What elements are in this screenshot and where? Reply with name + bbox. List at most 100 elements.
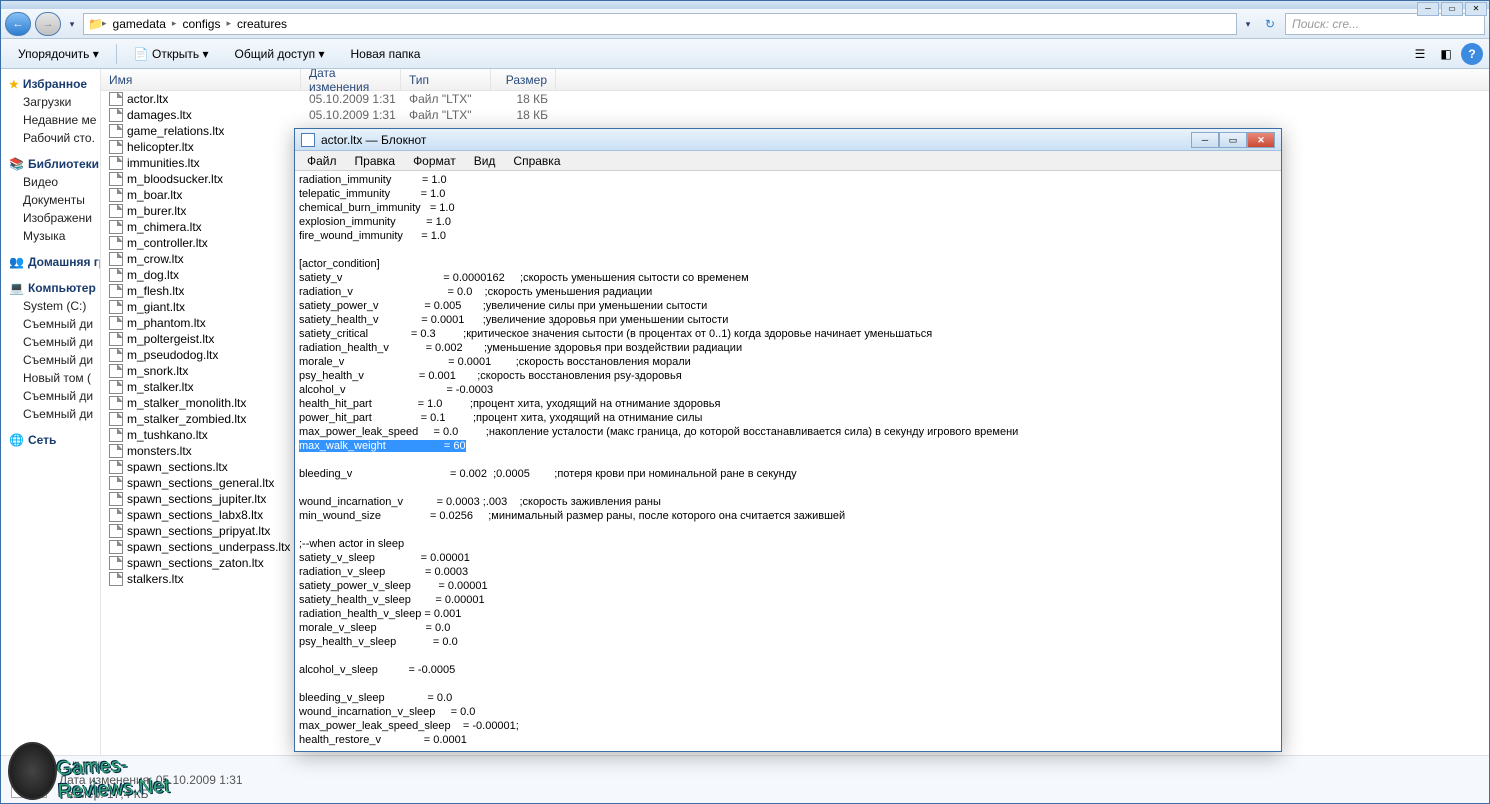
file-row[interactable]: actor.ltx05.10.2009 1:31Файл "LTX"18 КБ [101, 91, 1489, 107]
notepad-text-area[interactable]: radiation_immunity = 1.0 telepatic_immun… [295, 171, 1281, 751]
sidebar-item-drive[interactable]: Съемный ди [5, 333, 96, 351]
refresh-button[interactable]: ↻ [1259, 13, 1281, 35]
status-line-1: ... "LTX" [59, 759, 243, 773]
breadcrumb[interactable]: 📁 ▸ gamedata ▸ configs ▸ creatures [83, 13, 1237, 35]
sidebar-item-drive[interactable]: System (C:) [5, 297, 96, 315]
file-icon [109, 284, 123, 298]
file-name: m_giant.ltx [127, 300, 185, 314]
col-size[interactable]: Размер [491, 69, 556, 90]
sidebar-item-desktop[interactable]: Рабочий сто. [5, 129, 96, 147]
file-name: m_stalker_zombied.ltx [127, 412, 246, 426]
preview-pane-icon[interactable]: ◧ [1435, 43, 1457, 65]
explorer-maximize[interactable]: ▭ [1441, 2, 1463, 16]
help-button[interactable]: ? [1461, 43, 1483, 65]
file-icon [109, 172, 123, 186]
file-icon [109, 220, 123, 234]
file-icon [109, 428, 123, 442]
file-name: m_phantom.ltx [127, 316, 206, 330]
file-name: game_relations.ltx [127, 124, 224, 138]
file-icon [109, 556, 123, 570]
notepad-minimize[interactable]: ─ [1191, 132, 1219, 148]
status-bar: ... "LTX" Дата изменения: 05.10.2009 1:3… [1, 755, 1489, 803]
menu-help[interactable]: Справка [505, 153, 568, 169]
file-name: m_pseudodog.ltx [127, 348, 218, 362]
text-content-post: bleeding_v = 0.002 ;0.0005 ;потеря крови… [299, 468, 1064, 751]
sidebar-item-documents[interactable]: Документы [5, 191, 96, 209]
file-type: Файл "LTX" [401, 92, 491, 106]
file-icon [109, 316, 123, 330]
file-name: spawn_sections_underpass.ltx [127, 540, 290, 554]
organize-button[interactable]: Упорядочить ▾ [7, 43, 110, 65]
file-icon [109, 348, 123, 362]
menu-format[interactable]: Формат [405, 153, 464, 169]
open-button[interactable]: 📄 Открыть ▾ [123, 43, 220, 65]
sidebar-item-music[interactable]: Музыка [5, 227, 96, 245]
menu-view[interactable]: Вид [466, 153, 504, 169]
view-options-icon[interactable]: ☰ [1409, 43, 1431, 65]
notepad-titlebar[interactable]: actor.ltx — Блокнот ─ ▭ ✕ [295, 129, 1281, 151]
text-selection: max_walk_weight = 60 [299, 440, 466, 452]
file-name: helicopter.ltx [127, 140, 194, 154]
file-name: m_stalker.ltx [127, 380, 194, 394]
col-type[interactable]: Тип [401, 69, 491, 90]
notepad-icon [301, 133, 315, 147]
file-name: stalkers.ltx [127, 572, 184, 586]
breadcrumb-item[interactable]: gamedata [109, 17, 170, 31]
breadcrumb-item[interactable]: creatures [233, 17, 291, 31]
sidebar-item-drive[interactable]: Съемный ди [5, 405, 96, 423]
file-icon [109, 444, 123, 458]
file-name: m_boar.ltx [127, 188, 182, 202]
file-name: m_stalker_monolith.ltx [127, 396, 246, 410]
network-header[interactable]: 🌐 Сеть [5, 431, 96, 449]
star-icon: ★ [9, 78, 19, 91]
file-icon [109, 300, 123, 314]
nav-back-button[interactable]: ← [5, 12, 31, 36]
file-icon [109, 252, 123, 266]
breadcrumb-item[interactable]: configs [178, 17, 224, 31]
file-size: 18 КБ [491, 108, 556, 122]
file-icon [109, 572, 123, 586]
notepad-close[interactable]: ✕ [1247, 132, 1275, 148]
sidebar-item-pictures[interactable]: Изображени [5, 209, 96, 227]
sidebar-item-drive[interactable]: Съемный ди [5, 387, 96, 405]
file-icon [109, 524, 123, 538]
file-type: Файл "LTX" [401, 108, 491, 122]
explorer-minimize[interactable]: ─ [1417, 2, 1439, 16]
sidebar-item-recent[interactable]: Недавние ме [5, 111, 96, 129]
file-name: m_poltergeist.ltx [127, 332, 214, 346]
sidebar-item-drive[interactable]: Съемный ди [5, 315, 96, 333]
menu-edit[interactable]: Правка [347, 153, 404, 169]
new-folder-button[interactable]: Новая папка [340, 43, 432, 65]
file-row[interactable]: damages.ltx05.10.2009 1:31Файл "LTX"18 К… [101, 107, 1489, 123]
explorer-titlebar[interactable]: ─ ▭ ✕ [1, 1, 1489, 9]
homegroup-header[interactable]: 👥 Домашняя гру [5, 253, 96, 271]
address-bar: ← → ▾ 📁 ▸ gamedata ▸ configs ▸ creatures… [1, 9, 1489, 39]
file-icon [109, 332, 123, 346]
notepad-maximize[interactable]: ▭ [1219, 132, 1247, 148]
share-button[interactable]: Общий доступ ▾ [224, 43, 336, 65]
computer-header[interactable]: 💻 Компьютер [5, 279, 96, 297]
file-icon [109, 540, 123, 554]
col-date[interactable]: Дата изменения [301, 69, 401, 90]
file-date: 05.10.2009 1:31 [301, 92, 401, 106]
file-icon [109, 476, 123, 490]
file-icon [109, 492, 123, 506]
col-name[interactable]: Имя [101, 69, 301, 90]
file-name: immunities.ltx [127, 156, 200, 170]
libraries-header[interactable]: 📚 Библиотеки [5, 155, 96, 173]
sidebar-item-drive[interactable]: Съемный ди [5, 351, 96, 369]
status-line-2: Дата изменения: 05.10.2009 1:31 [59, 773, 243, 787]
menu-file[interactable]: Файл [299, 153, 345, 169]
explorer-close[interactable]: ✕ [1465, 2, 1487, 16]
nav-history-button[interactable]: ▾ [65, 13, 79, 35]
file-name: spawn_sections_labx8.ltx [127, 508, 263, 522]
nav-forward-button[interactable]: → [35, 12, 61, 36]
sidebar-item-videos[interactable]: Видео [5, 173, 96, 191]
breadcrumb-dropdown[interactable]: ▾ [1241, 13, 1255, 35]
file-icon [109, 156, 123, 170]
file-name: m_crow.ltx [127, 252, 184, 266]
file-name: m_tushkano.ltx [127, 428, 208, 442]
sidebar-item-downloads[interactable]: Загрузки [5, 93, 96, 111]
sidebar-item-drive[interactable]: Новый том ( [5, 369, 96, 387]
favorites-header[interactable]: ★Избранное [5, 75, 96, 93]
